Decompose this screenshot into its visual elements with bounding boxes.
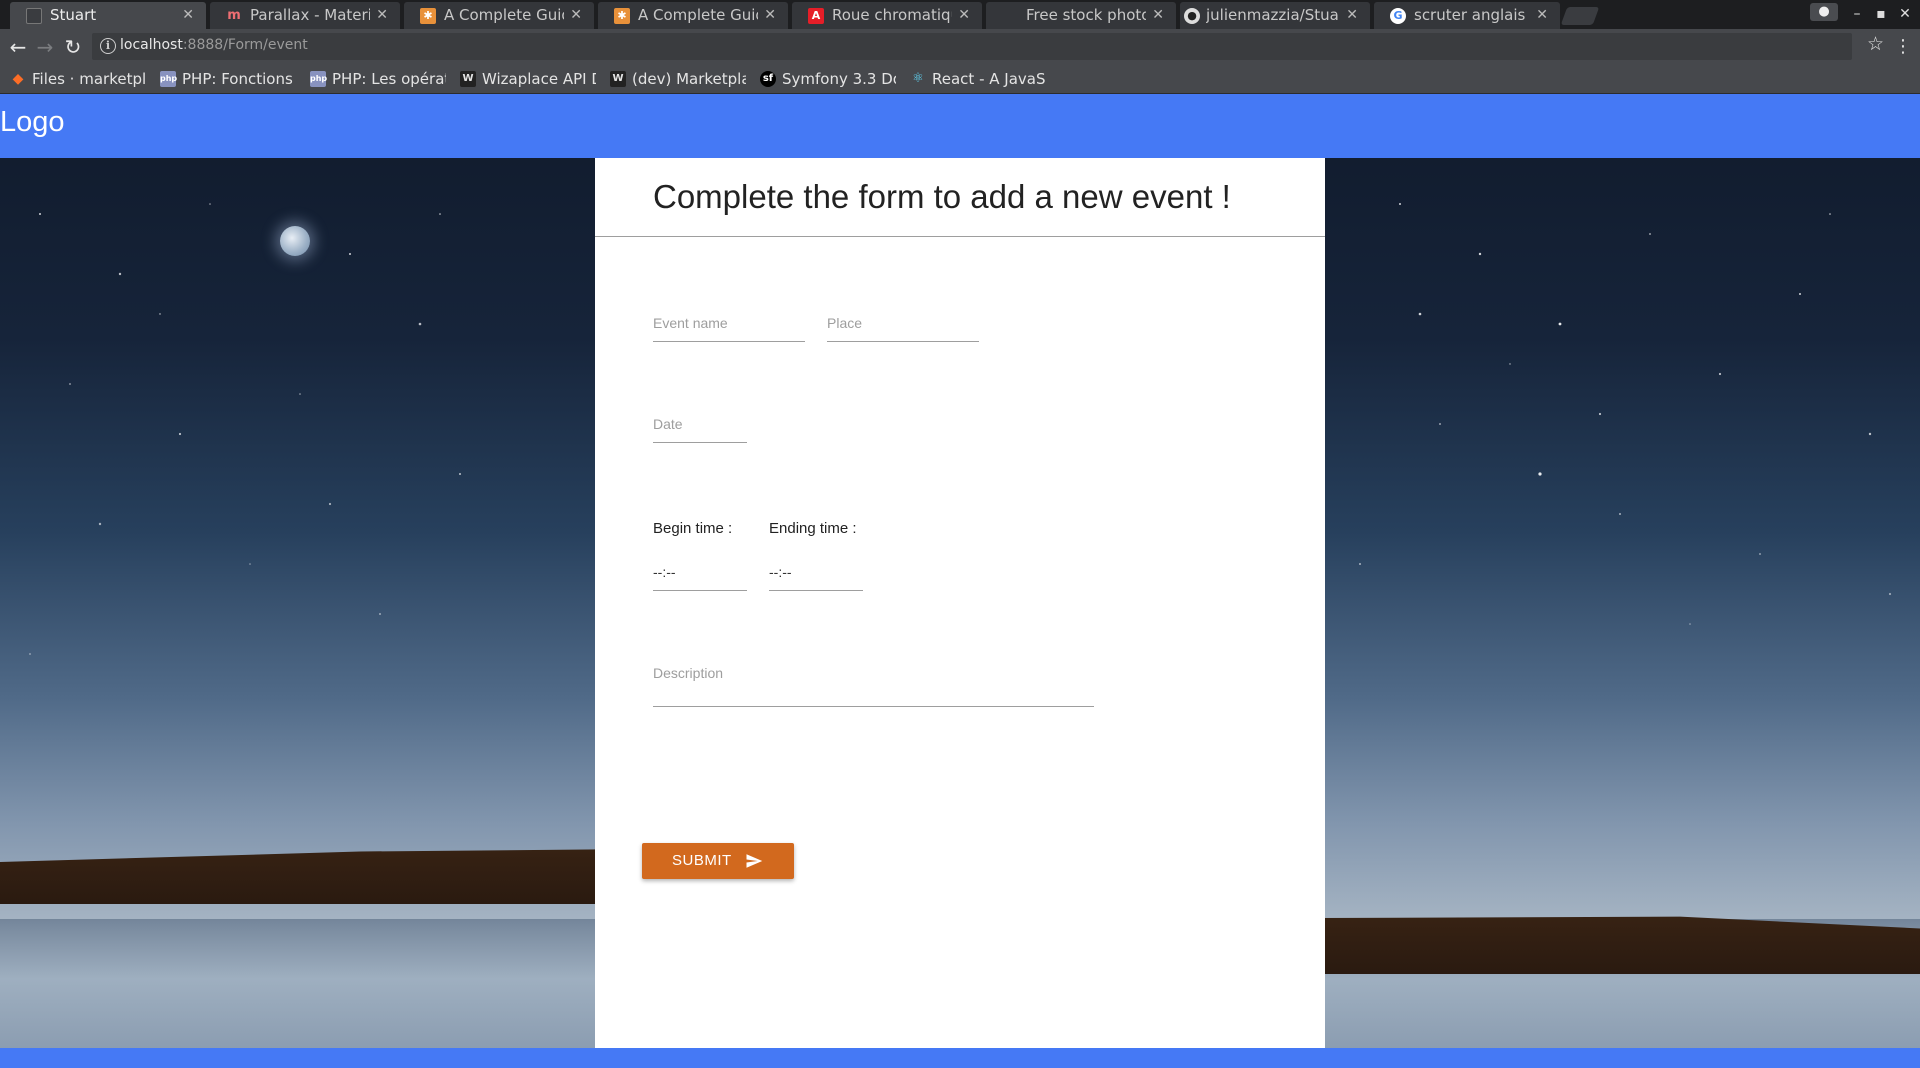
tab-title: A Complete Guide t: [444, 6, 564, 24]
bookmark-php-operateurs[interactable]: php PHP: Les opérat: [310, 69, 446, 89]
close-tab-icon[interactable]: ✕: [570, 2, 582, 29]
send-icon: [746, 854, 763, 868]
forward-icon[interactable]: →: [32, 34, 58, 60]
submit-label: SUBMIT: [672, 852, 732, 869]
bookmark-react[interactable]: ⚛ React - A JavaSc: [910, 69, 1046, 89]
form-title: Complete the form to add a new event !: [653, 178, 1231, 215]
maximize-icon[interactable]: ▪: [1870, 2, 1892, 26]
tab-title: Roue chromatique |: [832, 6, 952, 24]
tab-complete-guide-2[interactable]: ✱ A Complete Guide t ✕: [598, 2, 788, 29]
logo[interactable]: Logo: [0, 106, 65, 139]
event-form-card: Complete the form to add a new event ! E…: [595, 158, 1325, 1048]
bookmark-dev-marketplace[interactable]: W (dev) Marketplac: [610, 69, 746, 89]
web-page: Logo Complete the form to add a new even…: [0, 94, 1920, 1068]
tab-title: Free stock photos o: [1026, 6, 1146, 24]
close-tab-icon[interactable]: ✕: [958, 2, 970, 29]
new-tab-button[interactable]: [1560, 7, 1600, 25]
profile-icon[interactable]: ●: [1810, 3, 1838, 21]
begin-time-input[interactable]: --:--: [653, 555, 747, 591]
gitlab-icon: ◆: [12, 71, 24, 87]
app-footer-bar: [0, 1048, 1920, 1068]
github-icon: ●: [1184, 8, 1200, 24]
tab-github[interactable]: ● julienmazzia/Stuart ✕: [1180, 2, 1370, 29]
close-window-icon[interactable]: ✕: [1894, 2, 1916, 26]
symfony-icon: sf: [760, 71, 776, 87]
url-path: :8888/Form/event: [182, 37, 308, 53]
bookmark-label: PHP: Les opérat: [332, 70, 446, 88]
place-field[interactable]: Place: [827, 306, 979, 342]
tab-title: julienmazzia/Stuart: [1206, 6, 1340, 24]
bookmark-label: (dev) Marketplac: [632, 70, 746, 88]
tab-complete-guide-1[interactable]: ✱ A Complete Guide t ✕: [404, 2, 594, 29]
bookmarks-bar: ◆ Files · marketpla php PHP: Fonctions s…: [0, 64, 1920, 94]
bookmark-label: Files · marketpla: [32, 70, 146, 88]
tab-title: A Complete Guide t: [638, 6, 758, 24]
bookmark-wizaplace-api[interactable]: W Wizaplace API D: [460, 69, 596, 89]
materialize-icon: m: [227, 8, 241, 23]
tab-google-search[interactable]: G scruter anglais - Re ✕: [1374, 2, 1560, 29]
browser-toolbar: ← → ↻ i localhost:8888/Form/event ☆ ⋮: [0, 29, 1920, 64]
event-name-field[interactable]: Event name: [653, 306, 805, 342]
php-icon: php: [310, 71, 327, 87]
wizaplace-icon: W: [460, 71, 476, 87]
bookmark-star-icon[interactable]: ☆: [1867, 33, 1884, 55]
chrome-menu-icon[interactable]: ⋮: [1894, 34, 1912, 60]
bookmark-label: React - A JavaSc: [932, 70, 1046, 88]
submit-button[interactable]: SUBMIT: [642, 843, 794, 879]
moon-image: [280, 226, 310, 256]
close-tab-icon[interactable]: ✕: [182, 2, 194, 29]
tab-stuart[interactable]: Stuart ✕: [10, 2, 206, 29]
react-icon: ⚛: [912, 71, 924, 86]
url-text: localhost:8888/Form/event: [120, 37, 308, 53]
page-icon: [26, 8, 42, 24]
info-icon[interactable]: i: [100, 38, 116, 54]
google-icon: G: [1390, 8, 1406, 24]
minimize-icon[interactable]: –: [1846, 2, 1868, 26]
begin-time-value: --:--: [653, 564, 676, 580]
event-name-placeholder: Event name: [653, 315, 728, 331]
ending-time-value: --:--: [769, 564, 792, 580]
description-field[interactable]: Description: [653, 656, 1094, 707]
close-tab-icon[interactable]: ✕: [1346, 2, 1358, 29]
title-divider: [595, 236, 1325, 237]
app-header: Logo: [0, 94, 1920, 158]
close-tab-icon[interactable]: ✕: [764, 2, 776, 29]
begin-time-label: Begin time :: [653, 520, 733, 537]
pexels-icon: [1002, 8, 1018, 24]
url-host: localhost: [120, 37, 183, 53]
php-icon: php: [160, 71, 177, 87]
tab-roue-chromatique[interactable]: A Roue chromatique | ✕: [792, 2, 982, 29]
place-placeholder: Place: [827, 315, 863, 331]
date-field[interactable]: Date: [653, 407, 747, 443]
css-tricks-icon: ✱: [420, 8, 436, 24]
css-tricks-icon: ✱: [614, 8, 630, 24]
back-icon[interactable]: ←: [5, 34, 31, 60]
tab-pexels[interactable]: Free stock photos o ✕: [986, 2, 1176, 29]
tab-title: Parallax - Materiali: [250, 6, 370, 24]
ending-time-input[interactable]: --:--: [769, 555, 863, 591]
bookmark-symfony[interactable]: sf Symfony 3.3 Do: [760, 69, 896, 89]
close-tab-icon[interactable]: ✕: [376, 2, 388, 29]
description-placeholder: Description: [653, 665, 724, 681]
bookmark-label: Wizaplace API D: [482, 70, 596, 88]
address-bar[interactable]: i localhost:8888/Form/event ☆: [92, 33, 1884, 60]
tab-parallax[interactable]: m Parallax - Materiali ✕: [210, 2, 400, 29]
close-tab-icon[interactable]: ✕: [1152, 2, 1164, 29]
bookmark-label: Symfony 3.3 Do: [782, 70, 896, 88]
bookmark-files-marketplace[interactable]: ◆ Files · marketpla: [10, 69, 146, 89]
tab-title: scruter anglais - Re: [1414, 6, 1530, 24]
tab-title: Stuart: [50, 6, 97, 24]
bookmark-php-fonctions[interactable]: php PHP: Fonctions s: [160, 69, 296, 89]
wizaplace-icon: W: [610, 71, 626, 87]
close-tab-icon[interactable]: ✕: [1536, 2, 1548, 29]
tab-strip: Stuart ✕ m Parallax - Materiali ✕ ✱ A Co…: [0, 0, 1920, 29]
bookmark-label: PHP: Fonctions s: [182, 70, 296, 88]
reload-icon[interactable]: ↻: [60, 34, 86, 60]
adobe-icon: A: [808, 8, 824, 24]
ending-time-label: Ending time :: [769, 520, 857, 537]
date-placeholder: Date: [653, 416, 683, 432]
